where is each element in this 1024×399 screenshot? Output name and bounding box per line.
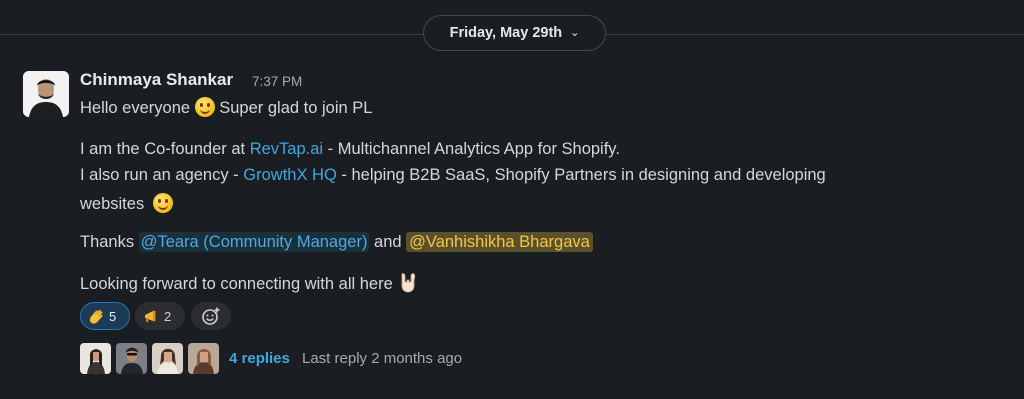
thanks-and-text: and	[374, 233, 402, 251]
message-line-thanks: Thanks @Teara (Community Manager) and @V…	[80, 232, 593, 252]
add-emoji-icon	[202, 307, 220, 325]
avatar	[116, 343, 147, 374]
reaction-megaphone[interactable]: 2	[135, 302, 185, 330]
mention-vanhishikha[interactable]: @Vanhishikha Bhargava	[406, 232, 593, 252]
slightly-smiling-face-icon	[194, 97, 215, 117]
growthx-link[interactable]: GrowthX HQ	[243, 166, 337, 184]
slightly-smiling-face-icon	[153, 193, 174, 213]
message-line-closing: Looking forward to connecting with all h…	[80, 271, 419, 294]
sign-of-the-horns-icon	[401, 273, 416, 293]
agency-text: I also run an agency -	[80, 166, 239, 184]
avatar	[152, 343, 183, 374]
agency-text-cont: websites	[80, 195, 145, 213]
cofounder-text: I am the Co-founder at	[80, 140, 246, 158]
message-line-greeting: Hello everyone Super glad to join PL	[80, 97, 372, 118]
thread-replies-link[interactable]: 4 replies	[229, 350, 290, 367]
chevron-down-icon: ⌄	[570, 26, 580, 39]
thread-last-reply: Last reply 2 months ago	[302, 350, 463, 367]
greeting-text-after: Super glad to join PL	[219, 99, 373, 117]
date-divider-button[interactable]: Friday, May 29th ⌄	[423, 15, 606, 51]
wave-emoji-icon	[89, 309, 103, 324]
avatar	[80, 343, 111, 374]
thanks-text: Thanks	[80, 233, 135, 251]
reaction-count: 2	[164, 308, 172, 324]
megaphone-emoji-icon	[145, 310, 156, 322]
author-avatar[interactable]	[23, 71, 69, 117]
agency-text-after: - helping B2B SaaS, Shopify Partners in …	[341, 166, 826, 184]
revtap-link[interactable]: RevTap.ai	[250, 140, 323, 158]
cofounder-text-after: - Multichannel Analytics App for Shopify…	[327, 140, 620, 158]
date-label: Friday, May 29th	[449, 25, 563, 41]
closing-text: Looking forward to connecting with all h…	[80, 275, 393, 293]
reaction-wave[interactable]: 5	[80, 302, 130, 330]
message-line-websites: websites	[80, 193, 174, 214]
avatar	[188, 343, 219, 374]
add-reaction-button[interactable]	[191, 302, 231, 330]
mention-teara[interactable]: @Teara (Community Manager)	[138, 232, 370, 252]
message-timestamp[interactable]: 7:37 PM	[252, 74, 302, 89]
greeting-text: Hello everyone	[80, 99, 191, 117]
message-line-cofounder: I am the Co-founder at RevTap.ai - Multi…	[80, 140, 620, 159]
thread-participant-avatars[interactable]	[80, 343, 219, 374]
reaction-count: 5	[109, 308, 117, 324]
author-name[interactable]: Chinmaya Shankar	[80, 70, 233, 90]
message-line-agency: I also run an agency - GrowthX HQ - help…	[80, 166, 826, 185]
